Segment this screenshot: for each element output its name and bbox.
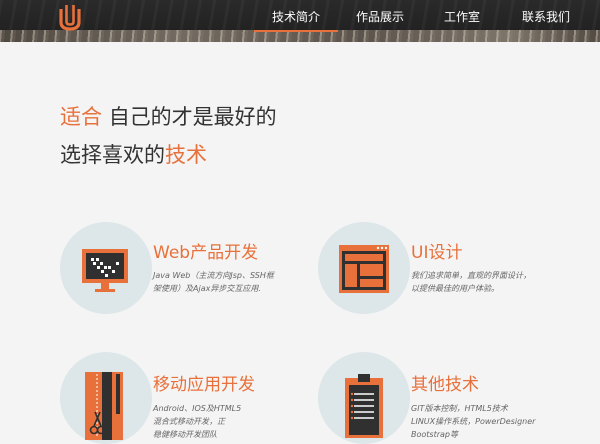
feature-ui-desc: 我们追求简单，直观的界面设计， 以提供最佳的用户体验。: [411, 269, 581, 295]
feature-other-desc-line: GIT版本控制，HTML5技术: [411, 404, 508, 413]
nav-item-contact[interactable]: 联系我们: [506, 0, 586, 32]
hero-line-1: 适合 自己的才是最好的: [60, 98, 460, 136]
feature-mobile-title: 移动应用开发: [153, 375, 255, 395]
layout-icon: [339, 245, 389, 293]
nav-item-studio[interactable]: 工作室: [428, 0, 496, 32]
hero-line2-accent: 技术: [165, 143, 207, 167]
feature-other-desc: GIT版本控制，HTML5技术 LINUX操作系统，PowerDesigner …: [411, 402, 571, 441]
feature-web-desc: Java Web（主流方向Jsp、SSH框 架使用）及Ajax异步交互应用.: [153, 269, 293, 295]
feature-web-circle: [60, 222, 152, 314]
hero-line-2: 选择喜欢的技术: [60, 136, 460, 174]
feature-ui-desc-line: 我们追求简单，直观的界面设计，: [411, 271, 531, 280]
feature-web-desc-line: Java Web（主流方向Jsp、SSH框: [153, 271, 274, 280]
nav-item-tech-intro[interactable]: 技术简介: [254, 0, 338, 32]
feature-ui-desc-line: 以提供最佳的用户体验。: [411, 284, 499, 293]
feature-other-desc-line: LINUX操作系统，PowerDesigner: [411, 417, 536, 426]
feature-mobile-desc-line: 稳健移动开发团队: [153, 430, 217, 439]
main-nav: 技术简介 作品展示 工作室 联系我们: [254, 0, 600, 32]
brand-logo[interactable]: [58, 3, 82, 31]
hero-line1-accent: 适合: [60, 105, 102, 129]
feature-other-title: 其他技术: [411, 375, 479, 395]
feature-other-circle: [318, 352, 410, 444]
site-header: 技术简介 作品展示 工作室 联系我们: [0, 0, 600, 42]
feature-mobile-circle: [60, 352, 152, 444]
feature-mobile-desc-line: 混合式移动开发，正: [153, 417, 225, 426]
feature-mobile-desc-line: Android、IOS及HTML5: [153, 404, 242, 413]
hero-line1-text: 自己的才是最好的: [108, 105, 277, 129]
feature-ui-circle: [318, 222, 410, 314]
feature-mobile-desc: Android、IOS及HTML5 混合式移动开发，正 稳健移动开发团队: [153, 402, 263, 441]
tools-icon: [85, 372, 123, 440]
clipboard-icon: [345, 374, 383, 438]
hero-heading: 适合 自己的才是最好的 选择喜欢的技术: [60, 98, 460, 174]
feature-other-desc-line: Bootstrap等: [411, 430, 458, 439]
monitor-icon: [82, 249, 128, 292]
nav-item-portfolio[interactable]: 作品展示: [338, 0, 422, 32]
feature-ui-title: UI设计: [411, 243, 463, 263]
feature-web-title: Web产品开发: [153, 243, 259, 263]
hero-line2-text: 选择喜欢的: [60, 143, 165, 167]
feature-web-desc-line: 架使用）及Ajax异步交互应用.: [153, 284, 261, 293]
